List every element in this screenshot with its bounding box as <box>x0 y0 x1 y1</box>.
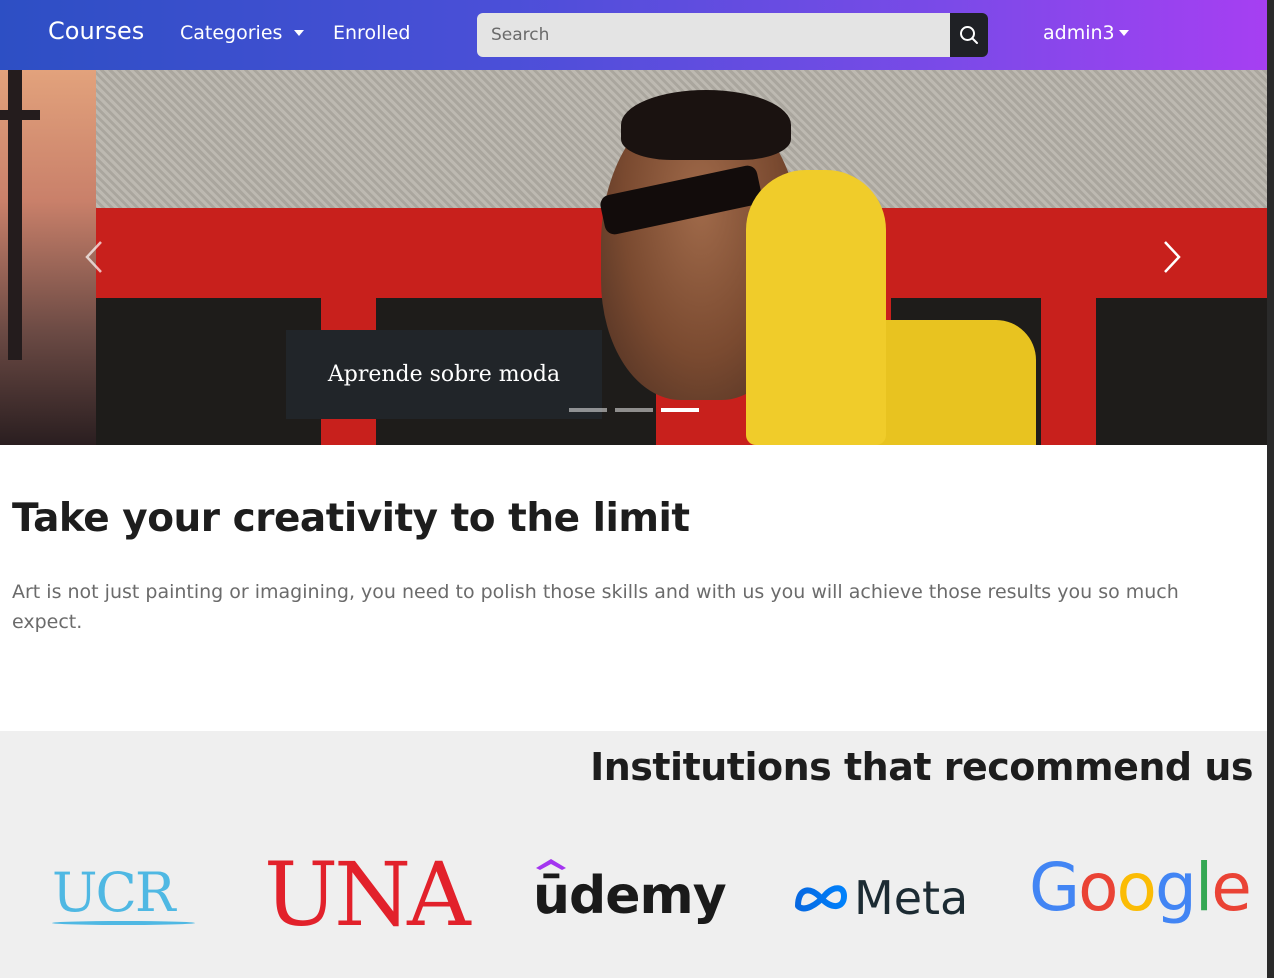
page: Courses Categories Enrolled admin3 <box>0 0 1267 978</box>
search-input[interactable] <box>477 13 950 57</box>
caret-down-icon <box>1118 30 1129 36</box>
chevron-left-icon <box>85 241 102 273</box>
carousel-indicators <box>569 408 699 412</box>
carousel-indicator-1[interactable] <box>569 408 607 412</box>
nav-categories-dropdown[interactable]: Categories <box>180 22 305 44</box>
window-edge-strip <box>1267 0 1274 978</box>
search-icon <box>960 26 978 44</box>
carousel-prev-button[interactable] <box>74 237 114 277</box>
una-logo: UNA <box>264 843 471 946</box>
carousel-indicator-3[interactable] <box>661 408 699 412</box>
meta-logo: Meta <box>794 871 968 925</box>
hero-description: Art is not just painting or imagining, y… <box>12 581 1179 633</box>
google-letter: e <box>1211 849 1252 926</box>
meta-infinity-icon <box>795 885 847 912</box>
carousel-indicator-2[interactable] <box>615 408 653 412</box>
user-menu-dropdown[interactable]: admin3 <box>1043 22 1129 44</box>
google-letter: o <box>1078 849 1118 926</box>
carousel-caption: Aprende sobre moda <box>286 330 602 419</box>
carousel-next-button[interactable] <box>1152 237 1192 277</box>
meta-logo-text: Meta <box>854 871 969 925</box>
google-logo: Google <box>1029 849 1252 926</box>
nav-enrolled-link[interactable]: Enrolled <box>333 22 410 44</box>
model-hair <box>621 90 791 160</box>
udemy-logo: ūdemy <box>533 866 727 926</box>
navbar: Courses Categories Enrolled admin3 <box>0 0 1267 70</box>
yellow-jacket-sleeve <box>746 170 886 445</box>
caret-down-icon <box>294 30 305 36</box>
carousel-slide-image <box>96 70 1267 445</box>
institutions-section: Institutions that recommend us UCR UNA ū… <box>0 731 1267 978</box>
google-letter: l <box>1194 849 1213 926</box>
pole-sign-shape <box>0 110 40 120</box>
ucr-logo: UCR <box>52 861 175 924</box>
google-letter: o <box>1116 849 1157 926</box>
nav-categories-label: Categories <box>180 22 283 44</box>
search-button[interactable] <box>950 13 988 57</box>
user-menu-label: admin3 <box>1043 22 1115 44</box>
window-pane <box>1096 298 1267 445</box>
chevron-right-icon <box>1164 241 1181 273</box>
google-letter: G <box>1029 849 1080 926</box>
institutions-title: Institutions that recommend us <box>590 745 1253 789</box>
hero-carousel: Aprende sobre moda <box>0 70 1267 445</box>
brand-link[interactable]: Courses <box>48 17 144 45</box>
google-letter: g <box>1154 849 1197 926</box>
hero-title: Take your creativity to the limit <box>12 496 690 541</box>
search-form <box>477 13 988 57</box>
ucr-logo-underline <box>52 921 195 925</box>
